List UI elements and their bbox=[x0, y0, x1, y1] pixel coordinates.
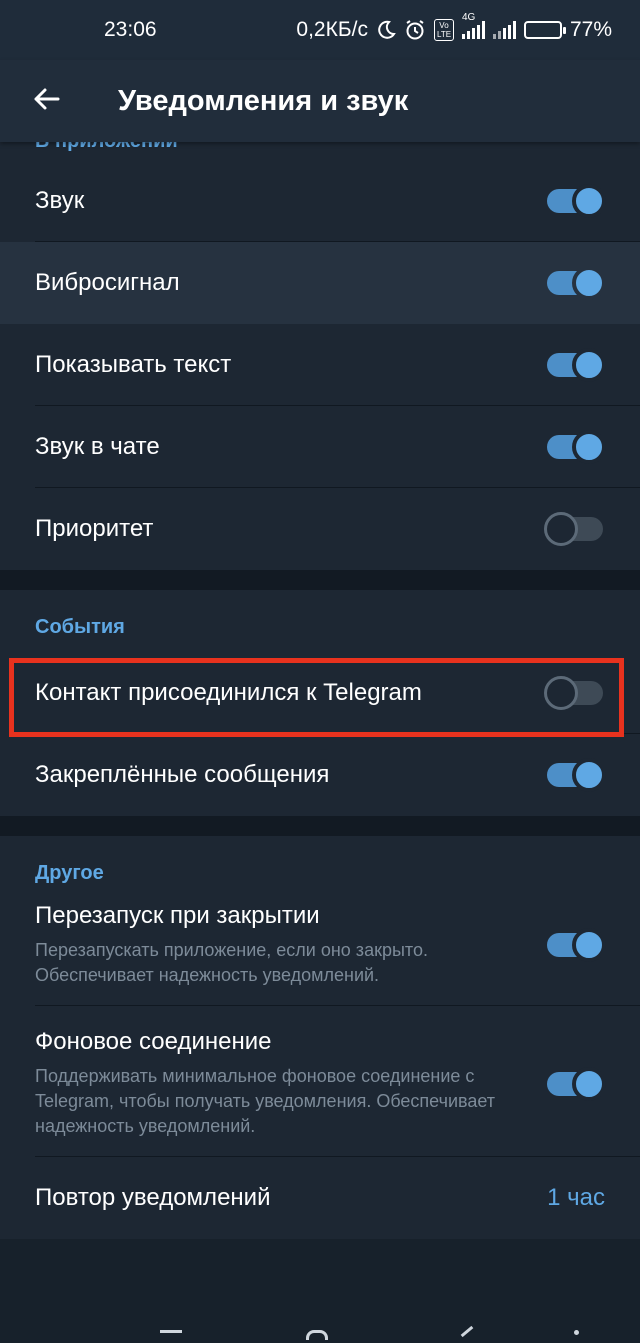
alarm-icon bbox=[404, 19, 426, 41]
setting-label: Показывать текст bbox=[35, 351, 232, 378]
setting-repeat-notifications[interactable]: Повтор уведомлений 1 час bbox=[0, 1157, 640, 1239]
status-speed: 0,2КБ/с bbox=[296, 18, 368, 41]
network-type: 4G bbox=[461, 12, 476, 23]
vibrate-toggle[interactable] bbox=[547, 266, 606, 300]
setting-label: Звук bbox=[35, 187, 85, 214]
section-divider bbox=[0, 816, 640, 836]
home-nav-icon[interactable] bbox=[306, 1330, 328, 1340]
in-app-section-header: В приложении bbox=[0, 142, 640, 160]
setting-label: Закреплённые сообщения bbox=[35, 761, 330, 788]
signal-icon: 4G bbox=[461, 12, 485, 39]
setting-title: Фоновое соединение bbox=[35, 1028, 272, 1055]
setting-description: Поддерживать минимальное фоновое соедине… bbox=[35, 1066, 496, 1136]
setting-label: Звук в чате bbox=[35, 433, 160, 460]
in-app-header-label: В приложении bbox=[35, 142, 178, 153]
menu-nav-icon[interactable] bbox=[160, 1330, 182, 1333]
sound-toggle[interactable] bbox=[547, 184, 606, 218]
page-title: Уведомления и звук bbox=[118, 84, 409, 117]
app-bar: Уведомления и звук bbox=[0, 60, 640, 142]
system-nav-bar bbox=[0, 1300, 640, 1343]
setting-label: Приоритет bbox=[35, 515, 154, 542]
setting-background-connection[interactable]: Фоновое соединение Поддерживать минималь… bbox=[0, 1006, 640, 1157]
other-section: Другое Перезапуск при закрытии Перезапус… bbox=[0, 836, 640, 1239]
setting-description: Перезапускать приложение, если оно закры… bbox=[35, 940, 428, 985]
background-texts: Фоновое соединение Поддерживать минималь… bbox=[35, 1028, 547, 1139]
battery-percent: 77% bbox=[569, 18, 612, 41]
in-app-section: Звук Вибросигнал Показывать текст Звук в… bbox=[0, 142, 640, 570]
setting-keep-alive[interactable]: Перезапуск при закрытии Перезапускать пр… bbox=[0, 898, 640, 1006]
pinned-messages-toggle[interactable] bbox=[547, 758, 606, 792]
status-icons: 0,2КБ/с Vo LTE 4G 77% bbox=[296, 12, 612, 42]
back-button[interactable] bbox=[0, 60, 92, 142]
keep-alive-toggle[interactable] bbox=[547, 928, 606, 962]
status-bar: 23:06 0,2КБ/с Vo LTE 4G 77% bbox=[0, 0, 640, 60]
priority-toggle[interactable] bbox=[544, 512, 603, 546]
setting-priority[interactable]: Приоритет bbox=[0, 488, 640, 570]
setting-sound[interactable]: Звук bbox=[0, 160, 640, 242]
setting-contact-joined[interactable]: Контакт присоединился к Telegram bbox=[0, 652, 640, 734]
status-time: 23:06 bbox=[104, 18, 157, 41]
more-nav-icon[interactable] bbox=[574, 1330, 579, 1335]
show-text-toggle[interactable] bbox=[547, 348, 606, 382]
moon-icon bbox=[376, 20, 396, 40]
section-divider bbox=[0, 570, 640, 590]
volte-icon: Vo LTE bbox=[433, 19, 454, 41]
settings-list: Звук Вибросигнал Показывать текст Звук в… bbox=[0, 142, 640, 1239]
chat-sound-toggle[interactable] bbox=[547, 430, 606, 464]
setting-pinned-messages[interactable]: Закреплённые сообщения bbox=[0, 734, 640, 816]
battery-icon bbox=[523, 21, 566, 39]
repeat-value: 1 час bbox=[547, 1184, 605, 1211]
setting-chat-sound[interactable]: Звук в чате bbox=[0, 406, 640, 488]
contact-joined-toggle[interactable] bbox=[544, 676, 603, 710]
other-section-header: Другое bbox=[35, 861, 104, 884]
setting-vibrate[interactable]: Вибросигнал bbox=[0, 242, 640, 324]
signal-2-icon bbox=[492, 21, 516, 39]
keep-alive-texts: Перезапуск при закрытии Перезапускать пр… bbox=[35, 902, 547, 988]
events-section-header: События bbox=[35, 615, 125, 638]
back-nav-icon[interactable] bbox=[460, 1325, 474, 1338]
setting-label: Повтор уведомлений bbox=[35, 1184, 271, 1211]
setting-show-text[interactable]: Показывать текст bbox=[0, 324, 640, 406]
background-connection-toggle[interactable] bbox=[547, 1066, 606, 1101]
events-section: События Контакт присоединился к Telegram… bbox=[0, 590, 640, 816]
setting-title: Перезапуск при закрытии bbox=[35, 902, 320, 929]
setting-label: Контакт присоединился к Telegram bbox=[35, 679, 422, 706]
arrow-left-icon bbox=[32, 87, 60, 116]
setting-label: Вибросигнал bbox=[35, 269, 180, 296]
volte-label: Vo LTE bbox=[436, 21, 452, 39]
